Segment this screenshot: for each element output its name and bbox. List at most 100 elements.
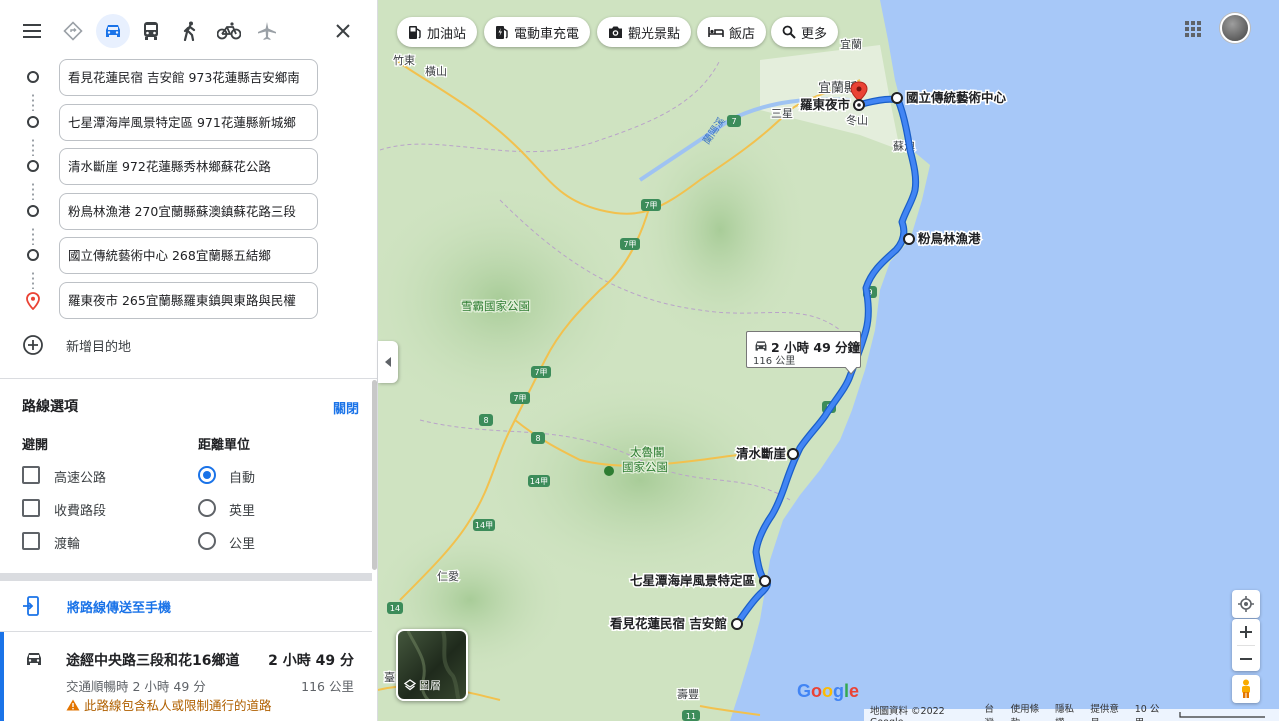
road-shield-label: 7甲: [513, 394, 526, 403]
waypoint-row: 羅東夜市 265宜蘭縣羅東鎮興東路與民權: [0, 280, 378, 320]
bike-icon[interactable]: [212, 14, 246, 48]
car-icon[interactable]: [96, 14, 130, 48]
units-auto-radio[interactable]: [198, 466, 216, 484]
waypoint-row: 看見花蓮民宿 吉安館 973花蓮縣吉安鄉南: [0, 57, 378, 97]
ev-charging-icon: [496, 25, 508, 39]
zoom-out-button[interactable]: [1240, 646, 1252, 671]
units-header: 距離單位: [198, 438, 251, 453]
park-label: 雪霸國家公園: [461, 299, 530, 313]
gas-station-chip[interactable]: 加油站: [397, 17, 478, 47]
scale-label: 10 公里: [1134, 704, 1160, 721]
user-avatar[interactable]: [1220, 13, 1250, 43]
send-to-phone-label: 將路線傳送至手機: [67, 600, 172, 616]
route-options-close-button[interactable]: 關閉: [333, 398, 359, 417]
flight-icon[interactable]: [250, 14, 284, 48]
route-title: 途經中央路三段和花16鄉道: [66, 653, 240, 669]
avoid-tolls-checkbox[interactable]: [22, 499, 40, 517]
tooltip-distance: 116 公里: [753, 356, 796, 367]
avoid-highways-label: 高速公路: [54, 471, 107, 486]
ev-charging-chip[interactable]: 電動車充電: [484, 17, 591, 47]
waypoint-marker[interactable]: [759, 575, 771, 587]
units-miles-radio[interactable]: [198, 499, 216, 517]
zoom-controls: [1232, 619, 1260, 671]
origin-dot-icon: [27, 71, 39, 83]
place-label: 壽豐: [677, 687, 699, 701]
close-icon[interactable]: [326, 14, 360, 48]
route-duration: 2 小時 49 分: [268, 653, 354, 669]
units-km-radio[interactable]: [198, 532, 216, 550]
place-label: 臺: [384, 670, 395, 684]
waypoint-marker[interactable]: [787, 448, 799, 460]
waypoint-input[interactable]: 國立傳統藝術中心 268宜蘭縣五結鄉: [59, 237, 318, 274]
apps-grid-icon[interactable]: [1184, 20, 1202, 42]
terms-link[interactable]: 使用條款: [1011, 701, 1047, 721]
route-warning-text: 此路線包含私人或限制通行的道路: [84, 698, 272, 713]
directions-icon[interactable]: [56, 14, 90, 48]
waypoint-input[interactable]: 看見花蓮民宿 吉安館 973花蓮縣吉安鄉南: [59, 59, 318, 96]
google-logo: Google: [797, 681, 860, 701]
panel-scrollbar[interactable]: [372, 380, 377, 570]
place-label: 冬山: [846, 113, 868, 127]
add-destination-label: 新增目的地: [66, 339, 132, 355]
layers-button[interactable]: 圖層: [396, 629, 468, 701]
waypoint-input[interactable]: 清水斷崖 972花蓮縣秀林鄉蘇花公路: [59, 148, 318, 185]
road-shield-label: 7甲: [644, 201, 657, 210]
origin-marker[interactable]: [731, 618, 743, 630]
avoid-header: 避開: [22, 438, 49, 453]
waypoint-marker[interactable]: [903, 233, 915, 245]
hotels-chip[interactable]: 飯店: [697, 17, 767, 47]
pin-label: 粉鳥林漁港: [918, 231, 981, 246]
my-location-icon: [1238, 596, 1254, 612]
feedback-link[interactable]: 提供意見: [1090, 701, 1126, 721]
waypoint-input[interactable]: 羅東夜市 265宜蘭縣羅東鎮興東路與民權: [59, 282, 318, 319]
avoid-ferries-checkbox[interactable]: [22, 532, 40, 550]
gas-station-icon: [409, 25, 421, 39]
zoom-in-button[interactable]: [1240, 619, 1252, 645]
avoid-tolls-label: 收費路段: [54, 504, 107, 519]
waypoint-row: 國立傳統藝術中心 268宜蘭縣五結鄉: [0, 235, 378, 275]
chip-label: 電動車充電: [514, 26, 580, 42]
maps-app: 看見花蓮民宿 吉安館 973花蓮縣吉安鄉南 七星潭海岸風景特定區 971花蓮縣新…: [0, 0, 1279, 721]
destination-pin-icon: [26, 292, 40, 310]
route-warning: 此路線包含私人或限制通行的道路: [66, 695, 272, 714]
pin-label: 國立傳統藝術中心: [906, 90, 1007, 105]
route-card[interactable]: 途經中央路三段和花16鄉道 2 小時 49 分 交通順暢時 2 小時 49 分 …: [0, 632, 372, 721]
hotel-bed-icon: [708, 27, 724, 37]
collapse-panel-button[interactable]: [378, 341, 398, 383]
section-divider: [0, 573, 372, 581]
menu-icon[interactable]: [16, 14, 50, 48]
mountain-shade: [630, 110, 810, 350]
attractions-chip[interactable]: 觀光景點: [597, 17, 692, 47]
route-info-tooltip[interactable]: 2 小時 49 分鐘 116 公里: [746, 331, 861, 375]
place-label: 竹東: [393, 53, 415, 67]
place-label: 三星: [771, 107, 793, 120]
region-link[interactable]: 台灣: [984, 701, 1002, 721]
layers-icon: [404, 679, 416, 691]
pin-label: 看見花蓮民宿 吉安館: [610, 616, 727, 631]
send-to-phone-button[interactable]: 將路線傳送至手機: [22, 596, 171, 616]
transit-icon[interactable]: [134, 14, 168, 48]
map-footer: 地圖資料 ©2022 Google 台灣 使用條款 隱私權 提供意見 10 公里: [864, 704, 1279, 721]
waypoint-input[interactable]: 七星潭海岸風景特定區 971花蓮縣新城鄉: [59, 104, 318, 141]
place-label: 宜蘭: [840, 37, 862, 51]
avoid-ferries-label: 渡輪: [54, 537, 81, 552]
travel-mode-bar: [18, 14, 359, 48]
park-icon: [604, 466, 614, 476]
chip-label: 更多: [801, 26, 828, 42]
pegman-button[interactable]: [1232, 675, 1260, 703]
chip-label: 飯店: [729, 26, 756, 42]
scale-bar-line: [1179, 712, 1266, 718]
road-shield-label: 8: [483, 416, 488, 425]
waypoint-input[interactable]: 粉鳥林漁港 270宜蘭縣蘇澳鎮蘇花路三段: [59, 193, 318, 230]
waypoint-marker[interactable]: [891, 92, 903, 104]
units-auto-label: 自動: [229, 471, 256, 486]
more-chip[interactable]: 更多: [771, 17, 839, 47]
scale-bar[interactable]: 10 公里: [1134, 701, 1266, 721]
my-location-button[interactable]: [1232, 590, 1260, 618]
add-destination-button[interactable]: 新增目的地: [22, 334, 131, 356]
layers-label: 圖層: [419, 679, 441, 692]
privacy-link[interactable]: 隱私權: [1055, 701, 1082, 721]
warning-icon: [66, 699, 80, 710]
walk-icon[interactable]: [173, 14, 207, 48]
avoid-highways-checkbox[interactable]: [22, 466, 40, 484]
